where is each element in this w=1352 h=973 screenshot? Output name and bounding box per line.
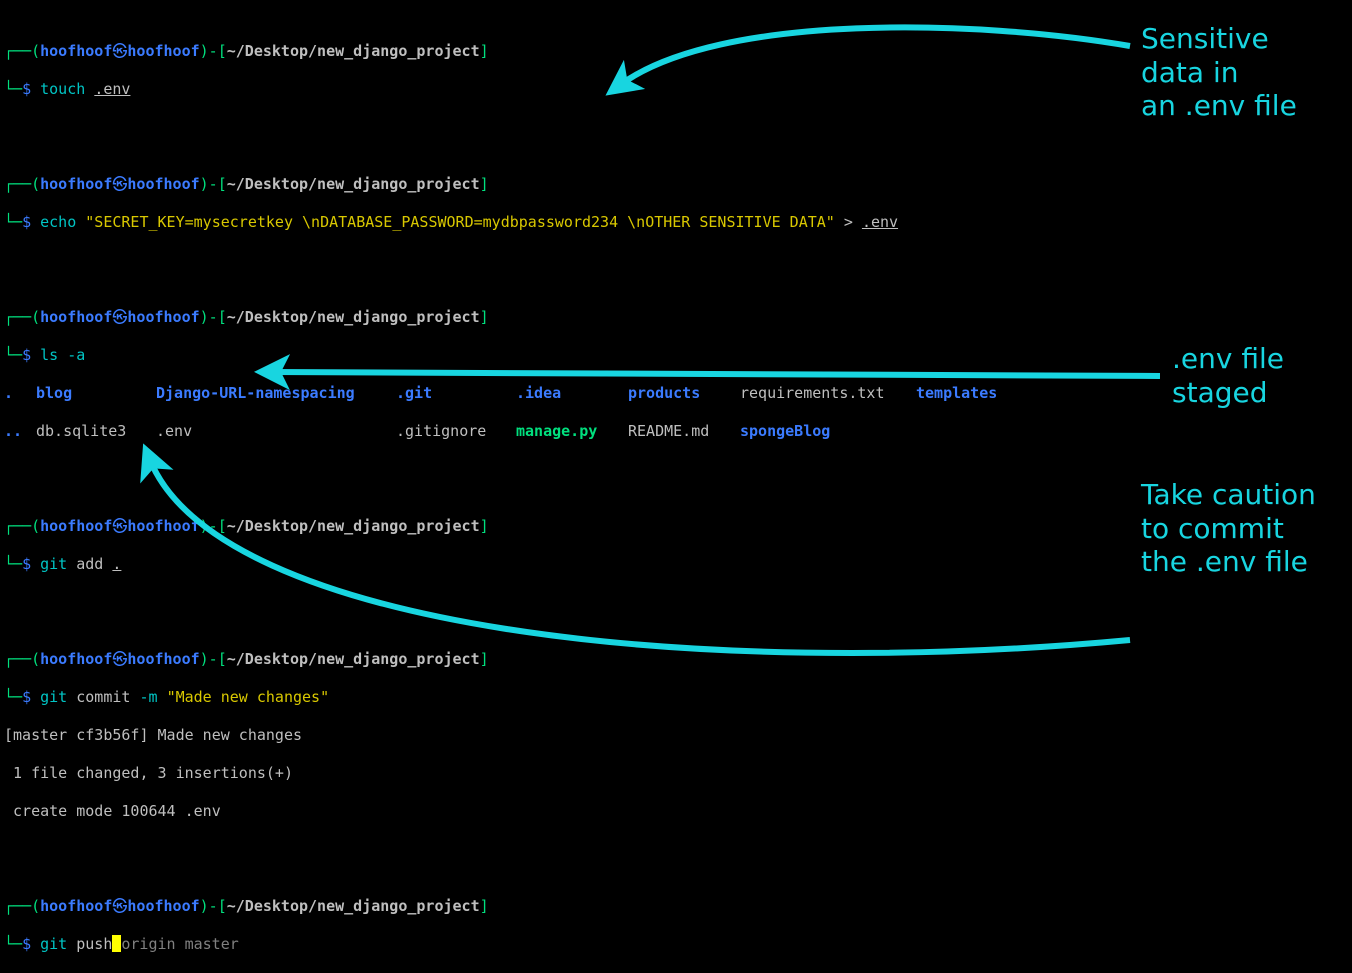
commit-output: [master cf3b56f] Made new changes	[4, 726, 1352, 745]
prompt-host: hoofhoof	[127, 42, 199, 60]
ls-output-row: .blogDjango-URL-namespacing.git.ideaprod…	[4, 384, 1352, 403]
cmd-ls: ls	[40, 346, 58, 364]
cmd-touch: touch	[40, 80, 85, 98]
current-command-line[interactable]: └─$ git pushorigin master	[4, 935, 1352, 954]
commit-output: create mode 100644 .env	[4, 802, 1352, 821]
cmd-git: git	[40, 555, 67, 573]
commit-output: 1 file changed, 3 insertions(+)	[4, 764, 1352, 783]
command-line: └─$ echo "SECRET_KEY=mysecretkey \nDATAB…	[4, 213, 1352, 232]
redirect-op: >	[844, 213, 853, 231]
prompt-bottom-glyph: └─	[4, 80, 22, 98]
prompt-line: ┌──(hoofhoof㉿hoofhoof)-[~/Desktop/new_dj…	[4, 650, 1352, 669]
arg-env: .env	[862, 213, 898, 231]
prompt-ps1: $	[22, 80, 31, 98]
command-line: └─$ git commit -m "Made new changes"	[4, 688, 1352, 707]
user-host-sep-icon: ㉿	[112, 42, 127, 60]
arg-echo-string: "SECRET_KEY=mysecretkey \nDATABASE_PASSW…	[85, 213, 835, 231]
arg-commit-msg: "Made new changes"	[167, 688, 330, 706]
arg-dot: .	[112, 555, 121, 573]
prompt-user: hoofhoof	[40, 42, 112, 60]
prompt-path: ~/Desktop/new_django_project	[227, 42, 480, 60]
annotation-sensitive-data: Sensitive data in an .env file	[1141, 22, 1297, 123]
prompt-top-glyph: ┌──	[4, 42, 31, 60]
arg-ls-a: -a	[67, 346, 85, 364]
arg-add: add	[76, 555, 103, 573]
annotation-env-staged: .env file staged	[1172, 342, 1284, 409]
ls-output-row: ..db.sqlite3.env.gitignoremanage.pyREADM…	[4, 422, 1352, 441]
prompt-line: ┌──(hoofhoof㉿hoofhoof)-[~/Desktop/new_dj…	[4, 308, 1352, 327]
command-line: └─$ ls -a	[4, 346, 1352, 365]
cursor	[112, 935, 121, 952]
annotation-take-caution: Take caution to commit the .env file	[1141, 478, 1316, 579]
prompt-line: ┌──(hoofhoof㉿hoofhoof)-[~/Desktop/new_dj…	[4, 175, 1352, 194]
prompt-line: ┌──(hoofhoof㉿hoofhoof)-[~/Desktop/new_dj…	[4, 897, 1352, 916]
cmd-echo: echo	[40, 213, 76, 231]
arg-env: .env	[94, 80, 130, 98]
cmd-git: git	[40, 688, 67, 706]
arg-push-autosuggest: origin master	[121, 935, 238, 953]
cmd-git: git	[40, 935, 67, 953]
